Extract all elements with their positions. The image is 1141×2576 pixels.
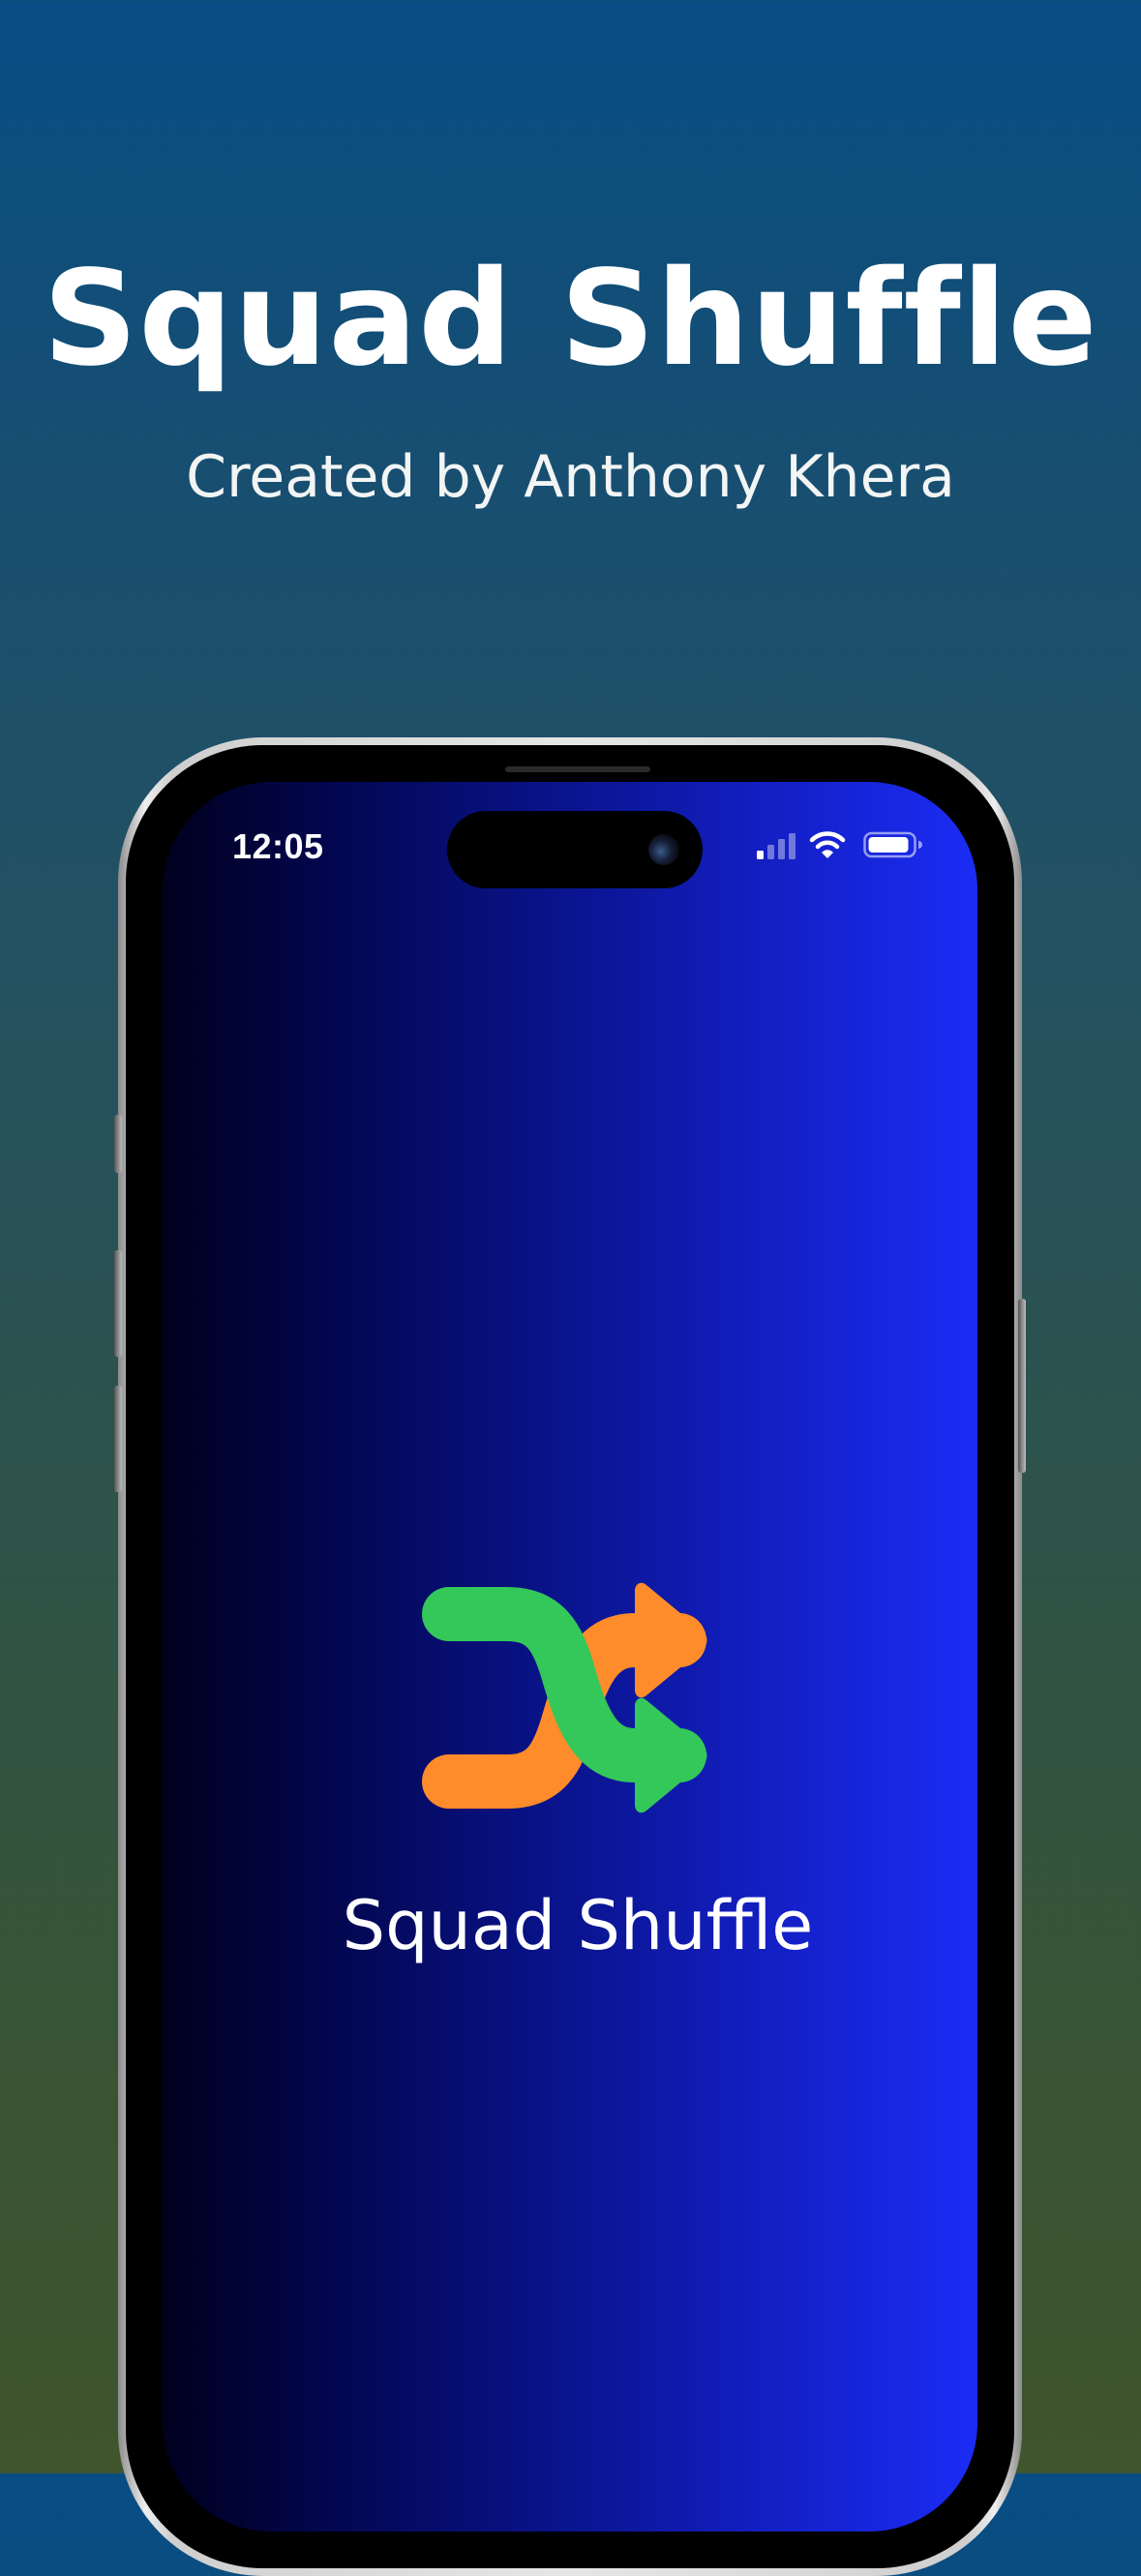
phone-bezel: 12:05 Squad Shuffle — [126, 745, 1014, 2568]
status-time: 12:05 — [232, 826, 324, 866]
speaker-grille — [505, 766, 650, 772]
promo-subtitle: Created by Anthony Khera — [186, 443, 955, 511]
promo-title: Squad Shuffle — [43, 243, 1098, 396]
splash-screen: 12:05 Squad Shuffle — [163, 782, 977, 2531]
front-camera-icon — [648, 834, 679, 865]
phone-volume-up-button — [114, 1250, 122, 1357]
dynamic-island — [447, 811, 703, 888]
phone-power-button — [1018, 1299, 1026, 1473]
shuffle-icon — [422, 1582, 707, 1813]
app-name: Squad Shuffle — [342, 1886, 814, 1965]
phone-volume-down-button — [114, 1386, 122, 1492]
phone-mockup: 12:05 Squad Shuffle — [114, 737, 1026, 2576]
cellular-signal-icon — [757, 833, 796, 859]
battery-icon — [863, 831, 922, 858]
wifi-icon — [809, 831, 846, 858]
phone-action-button — [114, 1115, 122, 1173]
